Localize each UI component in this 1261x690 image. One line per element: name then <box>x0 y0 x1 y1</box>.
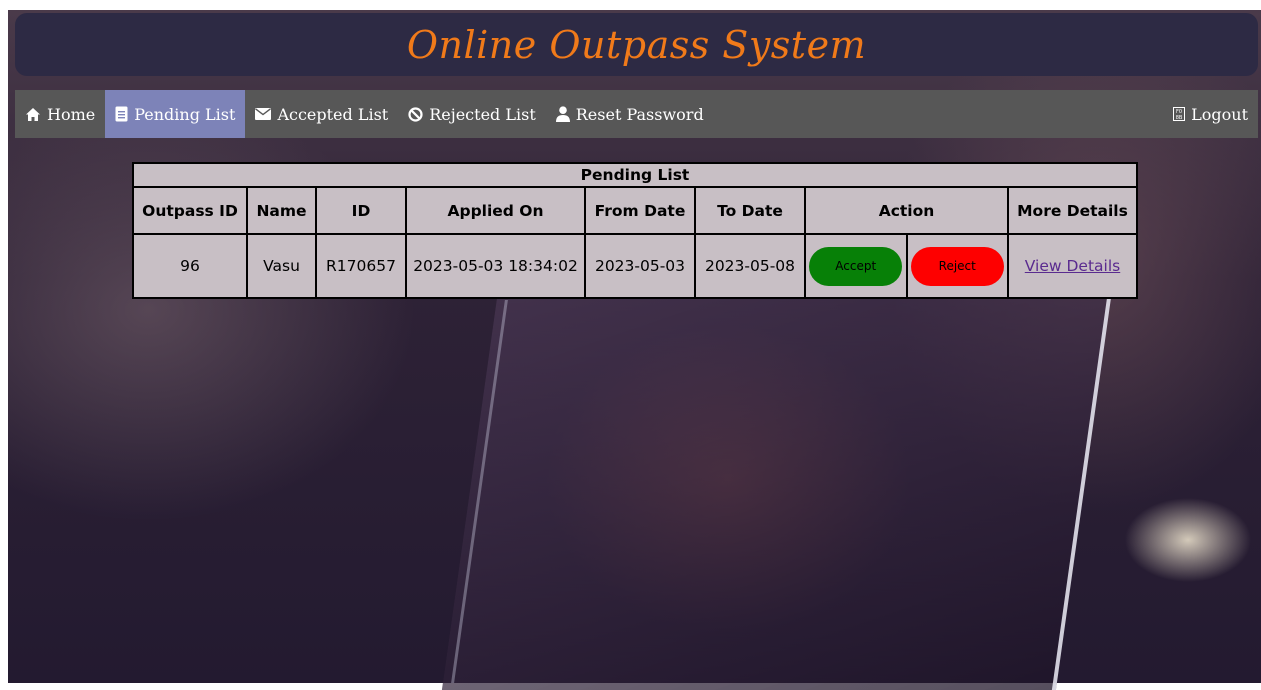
header-from-date: From Date <box>584 186 696 235</box>
site-title: Online Outpass System <box>406 22 867 67</box>
site-header: Online Outpass System <box>15 13 1258 76</box>
table-caption: Pending List <box>132 162 1138 188</box>
nav-reset-password[interactable]: Reset Password <box>546 90 714 138</box>
cell-applied-on: 2023-05-03 18:34:02 <box>405 233 586 299</box>
table-row: 96 Vasu R170657 2023-05-03 18:34:02 2023… <box>132 233 1138 299</box>
header-more-details: More Details <box>1007 186 1138 235</box>
svg-text:8B: 8B <box>1176 115 1183 121</box>
nav-logout-label: Logout <box>1191 104 1248 124</box>
nav-logout[interactable]: F0 8B Logout <box>1163 90 1258 138</box>
cell-to-date: 2023-05-08 <box>694 233 806 299</box>
header-applied-on: Applied On <box>405 186 586 235</box>
nav-rejected-list[interactable]: Rejected List <box>398 90 546 138</box>
nav-rejected-label: Rejected List <box>429 104 536 124</box>
header-outpass-id: Outpass ID <box>132 186 248 235</box>
cell-accept: Accept <box>804 233 908 299</box>
pending-list-table-wrapper: Pending List Outpass ID Name ID Applied … <box>132 162 1138 299</box>
reject-button[interactable]: Reject <box>910 246 1004 286</box>
header-name: Name <box>246 186 317 235</box>
accept-button[interactable]: Accept <box>809 246 903 286</box>
nav-home[interactable]: Home <box>15 90 105 138</box>
cell-reject: Reject <box>905 233 1009 299</box>
document-icon <box>115 106 128 122</box>
nav-pending-label: Pending List <box>134 104 236 124</box>
user-icon <box>555 106 570 122</box>
nav-pending-list[interactable]: Pending List <box>105 90 246 138</box>
background-laptop <box>441 290 1113 690</box>
nav-accepted-list[interactable]: Accepted List <box>245 90 398 138</box>
header-action: Action <box>804 186 1009 235</box>
envelope-icon <box>255 108 272 120</box>
nav-accepted-label: Accepted List <box>277 104 389 124</box>
cell-id: R170657 <box>315 233 407 299</box>
cell-more-details: View Details <box>1007 233 1138 299</box>
view-details-link[interactable]: View Details <box>1025 257 1120 275</box>
header-to-date: To Date <box>694 186 806 235</box>
ban-icon <box>408 106 423 122</box>
navbar: Home Pending List Accepted List Rejected… <box>15 90 1258 138</box>
home-icon <box>25 107 41 122</box>
nav-home-label: Home <box>47 104 96 124</box>
cell-outpass-id: 96 <box>132 233 248 299</box>
pending-list-table: Pending List Outpass ID Name ID Applied … <box>132 162 1138 299</box>
nav-reset-label: Reset Password <box>575 104 704 124</box>
logout-icon: F0 8B <box>1173 107 1186 121</box>
cell-from-date: 2023-05-03 <box>584 233 696 299</box>
cell-name: Vasu <box>246 233 317 299</box>
header-id: ID <box>315 186 407 235</box>
